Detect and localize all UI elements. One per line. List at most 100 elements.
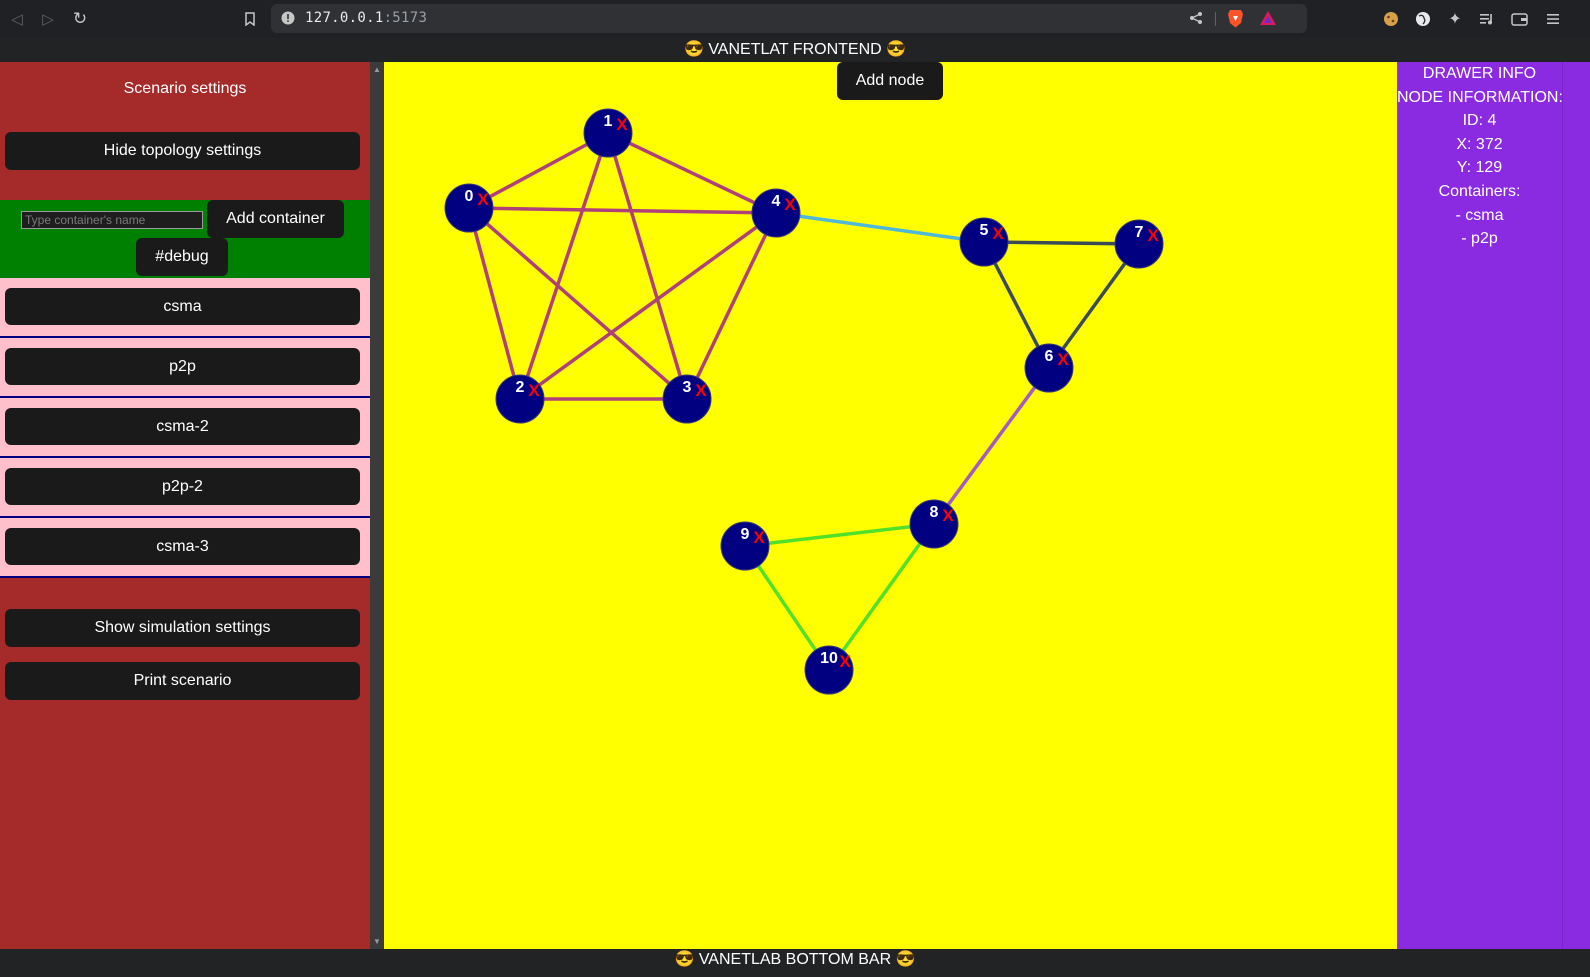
node-9[interactable]: 9X bbox=[720, 521, 770, 571]
url-text: 127.0.0.1:5173 bbox=[305, 10, 427, 26]
node-id-label: 1 bbox=[604, 113, 613, 130]
brave-rewards-icon[interactable] bbox=[1259, 10, 1277, 31]
node-8[interactable]: 8X bbox=[909, 499, 959, 549]
url-host: 127.0.0.1 bbox=[305, 10, 384, 26]
node-id: ID: 4 bbox=[1462, 112, 1497, 130]
scroll-down-icon[interactable]: ▼ bbox=[373, 937, 381, 946]
container-creation-panel: Add container #debug bbox=[0, 200, 370, 278]
node-information-heading: NODE INFORMATION: bbox=[1397, 88, 1563, 106]
delete-node-icon[interactable]: X bbox=[695, 381, 707, 400]
right-edge-strip bbox=[1562, 62, 1590, 949]
node-1[interactable]: 1X bbox=[583, 108, 633, 158]
container-button-p2p-2[interactable]: p2p-2 bbox=[5, 468, 360, 505]
delete-node-icon[interactable]: X bbox=[528, 381, 540, 400]
delete-node-icon[interactable]: X bbox=[942, 506, 954, 525]
delete-node-icon[interactable]: X bbox=[753, 528, 765, 547]
topology-canvas[interactable]: 0 X 1 X 2 X 3 X 4 X 5 X 6 X 7 X 8 X 9 X 10 X Add node bbox=[384, 62, 1397, 949]
node-container-item: - csma bbox=[1455, 206, 1504, 224]
node-id-label: 6 bbox=[1045, 348, 1054, 365]
delete-node-icon[interactable]: X bbox=[839, 652, 851, 671]
print-scenario-button[interactable]: Print scenario bbox=[5, 662, 360, 700]
container-button-csma-3[interactable]: csma-3 bbox=[5, 528, 360, 565]
delete-node-icon[interactable]: X bbox=[1057, 350, 1069, 369]
scenario-settings-sidebar: Scenario settings Hide topology settings… bbox=[0, 62, 370, 949]
playlist-icon[interactable] bbox=[1477, 9, 1497, 29]
drawer-info-panel: DRAWER INFO NODE INFORMATION: ID: 4 X: 3… bbox=[1397, 62, 1563, 949]
container-button-p2p[interactable]: p2p bbox=[5, 348, 360, 385]
cookie-extension-icon[interactable] bbox=[1381, 9, 1401, 29]
edge-6-8[interactable] bbox=[932, 366, 1051, 526]
drawer-title: DRAWER INFO bbox=[1422, 65, 1537, 82]
edge-9-8[interactable] bbox=[744, 522, 935, 548]
node-5[interactable]: 5X bbox=[959, 217, 1009, 267]
globe-extension-icon[interactable] bbox=[1413, 9, 1433, 29]
back-icon[interactable]: ◁ bbox=[6, 8, 28, 30]
node-id-label: 10 bbox=[820, 650, 838, 667]
url-divider bbox=[1215, 12, 1216, 26]
node-id-label: 5 bbox=[980, 222, 989, 239]
node-y: Y: 129 bbox=[1456, 159, 1503, 177]
edge-1-3[interactable] bbox=[606, 132, 689, 400]
node-id-label: 3 bbox=[683, 379, 692, 396]
edge-0-2[interactable] bbox=[467, 207, 522, 400]
node-x: X: 372 bbox=[1456, 135, 1503, 153]
delete-node-icon[interactable]: X bbox=[477, 190, 489, 209]
edge-1-4[interactable] bbox=[607, 131, 777, 215]
brave-shield-icon[interactable] bbox=[1227, 9, 1244, 33]
sidebar-scrollbar[interactable]: ▲ ▼ bbox=[370, 62, 384, 949]
edge-8-10[interactable] bbox=[827, 522, 936, 672]
node-3[interactable]: 3X bbox=[662, 374, 712, 424]
container-row: csma-3 bbox=[0, 518, 370, 578]
node-id-label: 9 bbox=[741, 526, 750, 543]
address-bar[interactable]: 127.0.0.1:5173 bbox=[271, 4, 1307, 33]
edge-4-5[interactable] bbox=[775, 211, 985, 244]
container-row: p2p-2 bbox=[0, 458, 370, 518]
forward-icon[interactable]: ▷ bbox=[37, 8, 59, 30]
node-10[interactable]: 10 X bbox=[804, 645, 854, 695]
browser-toolbar: ◁ ▷ ↻ 127.0.0.1:5173 ✦ bbox=[0, 0, 1590, 38]
node-6[interactable]: 6X bbox=[1024, 343, 1074, 393]
delete-node-icon[interactable]: X bbox=[784, 195, 796, 214]
bottom-bar-title: 😎 VANETLAB BOTTOM BAR 😎 bbox=[0, 949, 1590, 977]
hide-topology-settings-button[interactable]: Hide topology settings bbox=[5, 132, 360, 170]
node-id-label: 2 bbox=[516, 379, 525, 396]
reload-icon[interactable]: ↻ bbox=[69, 8, 91, 30]
container-name-input[interactable] bbox=[21, 211, 203, 229]
node-7[interactable]: 7X bbox=[1114, 219, 1164, 269]
node-id-label: 7 bbox=[1135, 224, 1144, 241]
scroll-up-icon[interactable]: ▲ bbox=[373, 65, 381, 74]
delete-node-icon[interactable]: X bbox=[616, 115, 628, 134]
container-row: p2p bbox=[0, 338, 370, 398]
container-button-csma[interactable]: csma bbox=[5, 288, 360, 325]
delete-node-icon[interactable]: X bbox=[1147, 226, 1159, 245]
node-id-label: 0 bbox=[465, 188, 474, 205]
container-row: csma bbox=[0, 278, 370, 338]
node-id-label: 4 bbox=[772, 193, 781, 210]
node-4[interactable]: 4X bbox=[751, 188, 801, 238]
share-icon[interactable] bbox=[1189, 11, 1203, 30]
edge-3-4[interactable] bbox=[685, 212, 778, 400]
add-container-button[interactable]: Add container bbox=[207, 200, 344, 238]
container-button-csma-2[interactable]: csma-2 bbox=[5, 408, 360, 445]
top-bar-title: 😎 VANETLAT FRONTEND 😎 bbox=[0, 38, 1590, 62]
wallet-icon[interactable] bbox=[1509, 9, 1529, 29]
info-icon[interactable] bbox=[281, 11, 295, 30]
container-row: csma-2 bbox=[0, 398, 370, 458]
menu-icon[interactable] bbox=[1543, 9, 1563, 29]
node-2[interactable]: 2X bbox=[495, 374, 545, 424]
puzzle-icon[interactable]: ✦ bbox=[1445, 9, 1465, 29]
topology-graph[interactable]: 0 X1 X2 X 3 X4 X5 X6 X7 X8 X9 X10 X bbox=[384, 62, 1397, 949]
delete-node-icon[interactable]: X bbox=[992, 224, 1004, 243]
containers-heading: Containers: bbox=[1438, 182, 1521, 200]
edge-2-4[interactable] bbox=[518, 211, 778, 401]
debug-container-button[interactable]: #debug bbox=[136, 238, 228, 276]
node-0[interactable]: 0X bbox=[444, 183, 494, 233]
show-simulation-settings-button[interactable]: Show simulation settings bbox=[5, 609, 360, 647]
url-port: :5173 bbox=[383, 10, 428, 26]
node-container-item: - p2p bbox=[1461, 230, 1498, 248]
add-node-button[interactable]: Add node bbox=[837, 62, 943, 100]
bookmark-icon[interactable] bbox=[239, 8, 261, 30]
edge-0-4[interactable] bbox=[468, 206, 777, 215]
node-id-label: 8 bbox=[930, 504, 939, 521]
sidebar-title: Scenario settings bbox=[123, 80, 247, 97]
